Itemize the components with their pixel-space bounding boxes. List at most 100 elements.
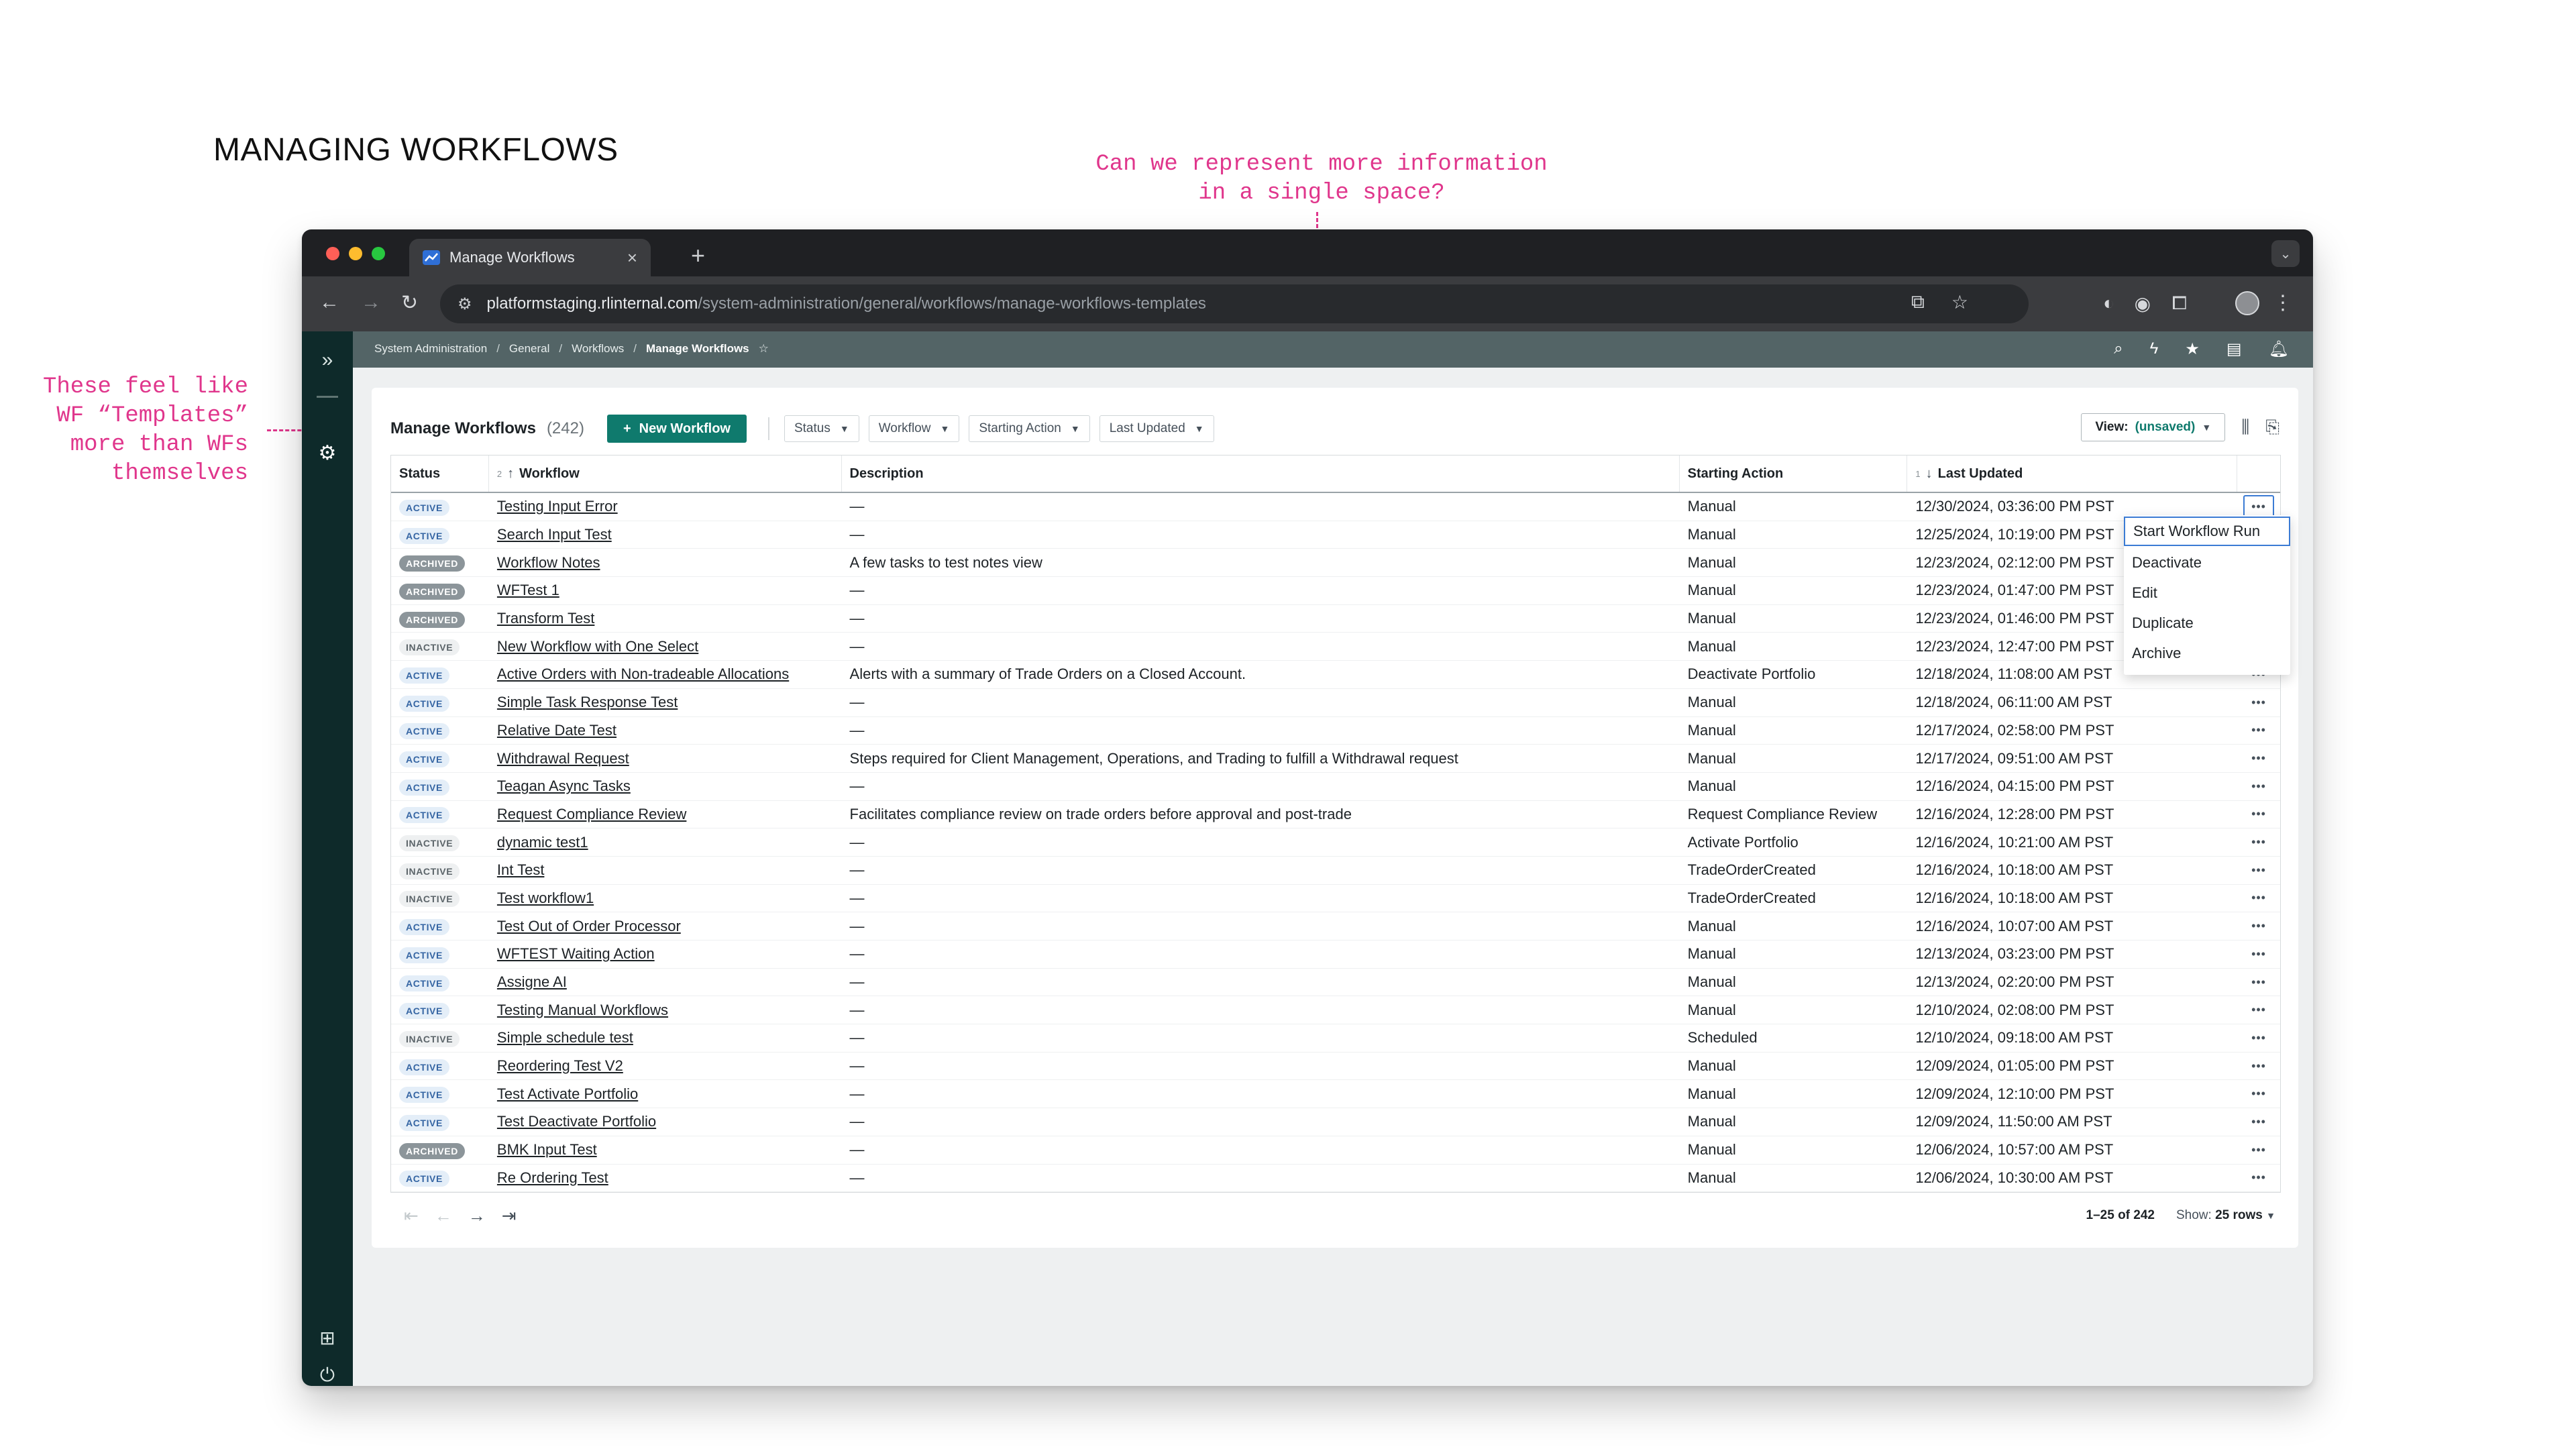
extension-icon[interactable]: ◐ xyxy=(2103,292,2114,314)
table-row[interactable]: ACTIVE Search Input Test — Manual 12/25/2024… xyxy=(391,521,2280,549)
workflow-link[interactable]: Simple Task Response Test xyxy=(497,694,678,710)
table-row[interactable]: ARCHIVED WFTest 1— Manual 12/23/2024, 01:47… xyxy=(391,577,2280,605)
workflow-link[interactable]: Re Ordering Test xyxy=(497,1169,608,1186)
rows-per-page-select[interactable]: Show: 25 rows ▼ xyxy=(2176,1208,2275,1223)
columns-icon[interactable]: ⫼ xyxy=(2241,417,2249,438)
bolt-icon[interactable]: ϟ xyxy=(2150,339,2159,359)
workflow-link[interactable]: Test workflow1 xyxy=(497,890,594,906)
favorite-star-icon[interactable]: ☆ xyxy=(759,342,769,356)
menu-item-start-workflow-run[interactable]: Start Workflow Run xyxy=(2124,517,2290,546)
workflow-link[interactable]: Test Deactivate Portfolio xyxy=(497,1113,656,1130)
row-more-icon[interactable]: ••• xyxy=(2243,803,2274,826)
row-more-icon[interactable]: ••• xyxy=(2243,691,2274,714)
row-more-icon[interactable]: ••• xyxy=(2243,775,2274,798)
site-settings-icon[interactable]: ⚙ xyxy=(458,294,472,314)
table-row[interactable]: INACTIVE dynamic test1 — Activate Portfolio… xyxy=(391,828,2280,857)
row-more-icon[interactable]: ••• xyxy=(2243,1083,2274,1106)
table-row[interactable]: ACTIVE Simple Task Response Test — Manual 12… xyxy=(391,689,2280,717)
table-row[interactable]: ACTIVE Test Out of Order Processor — Manual… xyxy=(391,912,2280,941)
forward-arrow-icon[interactable]: → xyxy=(361,291,381,314)
profile-avatar[interactable] xyxy=(2235,291,2259,315)
table-row[interactable]: ACTIVE Test Deactivate Portfolio — Manual 12… xyxy=(391,1108,2280,1136)
workflow-link[interactable]: Transform Test xyxy=(497,610,594,627)
workflow-link[interactable]: Relative Date Test xyxy=(497,722,616,739)
column-header-starting-action[interactable]: Starting Action xyxy=(1680,455,1908,492)
table-row[interactable]: ACTIVE Re Ordering Test — Manual 12/06/2024,… xyxy=(391,1165,2280,1193)
menu-item-edit[interactable]: Edit xyxy=(2124,578,2290,608)
workflow-link[interactable]: Test Out of Order Processor xyxy=(497,918,681,934)
workflow-link[interactable]: dynamic test1 xyxy=(497,834,588,851)
workflow-link[interactable]: Testing Manual Workflows xyxy=(497,1002,668,1018)
workflow-link[interactable]: WFTest 1 xyxy=(497,582,559,598)
back-arrow-icon[interactable]: ← xyxy=(319,291,339,314)
browser-menu-icon[interactable]: ⋮ xyxy=(2273,291,2293,315)
table-row[interactable]: ACTIVE Testing Input Error — Manual 12/30/20… xyxy=(391,493,2280,521)
bell-icon[interactable]: 🔔︎ xyxy=(2269,339,2289,359)
table-row[interactable]: ACTIVE Teagan Async Tasks — Manual 12/16/202… xyxy=(391,773,2280,801)
row-more-icon[interactable]: ••• xyxy=(2243,1138,2274,1161)
table-row[interactable]: ARCHIVED Workflow Notes A few tasks to tes… xyxy=(391,549,2280,578)
new-tab-icon[interactable]: + xyxy=(691,241,705,270)
extension-icon[interactable]: ◉ xyxy=(2135,292,2151,315)
table-row[interactable]: ACTIVE Withdrawal Request Steps required f… xyxy=(391,745,2280,773)
next-page-icon[interactable]: → xyxy=(468,1205,486,1226)
close-window-button[interactable] xyxy=(326,247,339,260)
workflow-link[interactable]: Teagan Async Tasks xyxy=(497,777,631,794)
row-more-icon[interactable]: ••• xyxy=(2243,999,2274,1022)
row-more-icon[interactable]: ••• xyxy=(2243,1167,2274,1189)
row-more-icon[interactable]: ••• xyxy=(2243,1055,2274,1077)
row-more-icon[interactable]: ••• xyxy=(2243,719,2274,742)
workflow-link[interactable]: BMK Input Test xyxy=(497,1141,597,1158)
star-icon[interactable]: ★ xyxy=(2185,339,2200,359)
last-page-icon[interactable]: ⇥ xyxy=(502,1205,517,1226)
workflow-link[interactable]: Request Compliance Review xyxy=(497,806,686,822)
table-row[interactable]: ACTIVE Reordering Test V2 — Manual 12/09/202… xyxy=(391,1053,2280,1081)
grid-icon[interactable]: ⊞ xyxy=(302,1327,353,1349)
workflow-link[interactable]: Int Test xyxy=(497,861,545,878)
workflow-link[interactable]: Search Input Test xyxy=(497,526,612,543)
tab-search-chevron-icon[interactable]: ⌄ xyxy=(2271,240,2300,267)
row-more-icon[interactable]: ••• xyxy=(2243,887,2274,910)
maximize-window-button[interactable] xyxy=(372,247,385,260)
search-icon[interactable]: ⌕ xyxy=(2114,339,2123,359)
close-tab-icon[interactable]: × xyxy=(627,248,637,268)
bookmark-star-icon[interactable]: ☆ xyxy=(1951,291,1968,313)
row-more-icon[interactable]: ••• xyxy=(2243,1026,2274,1049)
table-row[interactable]: INACTIVE Int Test — TradeOrderCreated 12/16/… xyxy=(391,857,2280,885)
table-row[interactable]: ACTIVE WFTEST Waiting Action — Manual 12/13/… xyxy=(391,941,2280,969)
row-more-icon[interactable]: ••• xyxy=(2243,859,2274,881)
workflow-link[interactable]: New Workflow with One Select xyxy=(497,638,698,655)
extensions-puzzle-icon[interactable]: ⧠ xyxy=(2172,292,2187,315)
table-row[interactable]: INACTIVE Simple schedule test — Scheduled 12… xyxy=(391,1024,2280,1053)
column-header-workflow[interactable]: 2 ↑ Workflow xyxy=(489,455,842,492)
table-row[interactable]: ACTIVE Testing Manual Workflows — Manual 12/… xyxy=(391,996,2280,1025)
table-row[interactable]: ARCHIVED Transform Test — Manual 12/23/2024,… xyxy=(391,605,2280,633)
menu-item-archive[interactable]: Archive xyxy=(2124,638,2290,668)
row-more-icon[interactable]: ••• xyxy=(2243,971,2274,994)
workflow-link[interactable]: Active Orders with Non-tradeable Allocat… xyxy=(497,665,789,682)
reload-icon[interactable]: ↻ xyxy=(401,291,418,315)
url-field[interactable]: ⚙ platformstaging.rlinternal.com/system-… xyxy=(440,284,2029,323)
table-row[interactable]: ARCHIVED BMK Input Test — Manual 12/06/2024,… xyxy=(391,1136,2280,1165)
column-header-description[interactable]: Description xyxy=(842,455,1680,492)
workflow-link[interactable]: Workflow Notes xyxy=(497,554,600,571)
column-header-status[interactable]: Status xyxy=(391,455,489,492)
export-icon[interactable]: ⎘ xyxy=(2265,417,2279,438)
power-icon[interactable]: ⏻ xyxy=(302,1364,353,1386)
workflow-link[interactable]: Reordering Test V2 xyxy=(497,1057,623,1074)
breadcrumb-item[interactable]: Workflows xyxy=(572,342,624,356)
row-more-icon[interactable]: ••• xyxy=(2243,831,2274,854)
table-row[interactable]: INACTIVE New Workflow with One Select — Man… xyxy=(391,633,2280,661)
minimize-window-button[interactable] xyxy=(349,247,362,260)
install-app-icon[interactable]: ⧉ xyxy=(1911,291,1925,313)
workflow-filter[interactable]: Workflow ▼ xyxy=(868,415,960,442)
table-row[interactable]: ACTIVE Active Orders with Non-tradeable A… xyxy=(391,661,2280,689)
workflow-link[interactable]: Assigne AI xyxy=(497,973,567,990)
workflow-link[interactable]: Testing Input Error xyxy=(497,498,618,515)
previous-page-icon[interactable]: ← xyxy=(435,1205,452,1226)
breadcrumb-item[interactable]: General xyxy=(509,342,549,356)
menu-item-duplicate[interactable]: Duplicate xyxy=(2124,608,2290,638)
row-more-icon[interactable]: ••• xyxy=(2243,943,2274,965)
workflow-link[interactable]: Simple schedule test xyxy=(497,1029,633,1046)
table-row[interactable]: INACTIVE Test workflow1 — TradeOrderCreated… xyxy=(391,885,2280,913)
